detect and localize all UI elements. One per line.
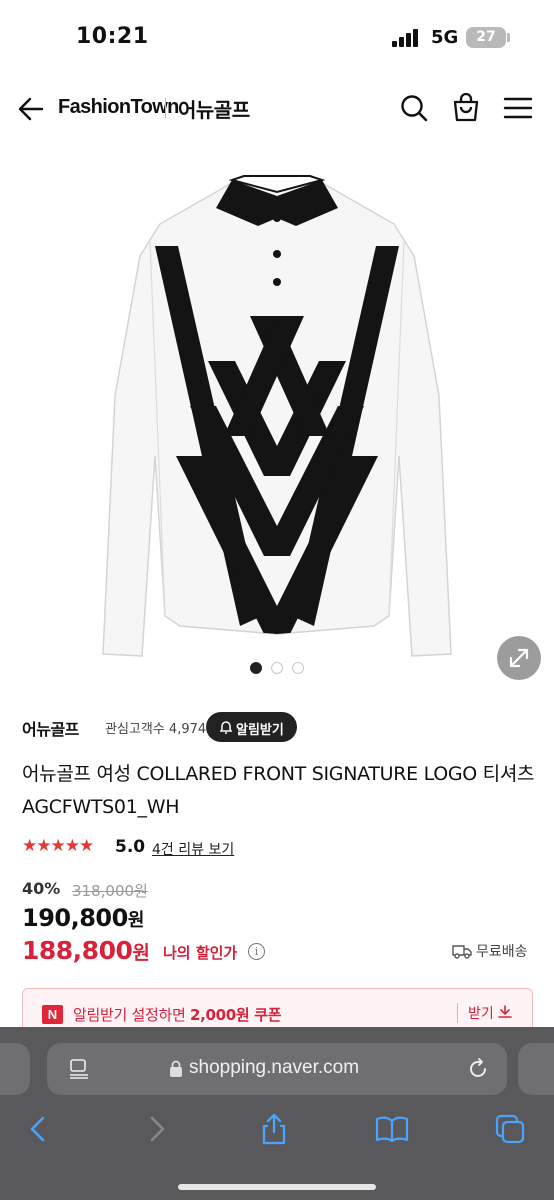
sale-price-value: 190,800 (22, 904, 128, 932)
polo-shirt-image (102, 175, 452, 657)
my-discount-price: 188,800원 (22, 936, 150, 965)
app-header: FashionTown 어뉴골프 (0, 72, 554, 146)
store-row: 어뉴골프 관심고객수 4,974 알림받기 (22, 712, 542, 742)
coupon-amount: 2,000원 쿠폰 (189, 1006, 282, 1024)
store-name[interactable]: 어뉴골프 (22, 716, 79, 740)
shipping-label: 무료배송 (476, 944, 528, 960)
product-image[interactable] (0, 146, 554, 676)
coupon-text-prefix: 알림받기 설정하면 (73, 1006, 190, 1024)
lock-icon (170, 1060, 182, 1077)
carousel-dot[interactable] (250, 662, 262, 674)
coupon-text: 알림받기 설정하면 2,000원 쿠폰 (73, 1004, 282, 1025)
tabs-icon[interactable] (492, 1113, 528, 1145)
carousel-dot[interactable] (292, 662, 304, 674)
share-icon[interactable] (256, 1113, 292, 1145)
battery-tip (507, 33, 510, 42)
my-price-value: 188,800 (22, 936, 133, 965)
discount-rate: 40% (22, 879, 61, 898)
coupon-divider (457, 1003, 458, 1023)
address-bar[interactable]: shopping.naver.com (47, 1043, 507, 1095)
previous-tab-peek[interactable] (0, 1043, 30, 1095)
status-time: 10:21 (76, 24, 149, 49)
review-link[interactable]: 4건 리뷰 보기 (152, 839, 234, 859)
truck-icon (452, 945, 472, 959)
cellular-signal-icon (392, 29, 418, 47)
download-icon (498, 1005, 513, 1018)
product-title: 어뉴골프 여성 COLLARED FRONT SIGNATURE LOGO 티셔… (22, 763, 535, 818)
my-price-unit: 원 (132, 942, 150, 964)
bell-plus-icon (219, 721, 233, 734)
reload-icon[interactable] (466, 1057, 490, 1081)
menu-icon[interactable] (502, 92, 534, 124)
browser-back-icon[interactable] (20, 1113, 56, 1145)
browser-bottom-bar: shopping.naver.com (0, 1027, 554, 1200)
alarm-subscribe-button[interactable]: 알림받기 (206, 712, 297, 742)
header-divider (165, 98, 166, 118)
naver-n-icon: N (42, 1005, 63, 1024)
sale-price: 190,800원 (22, 904, 144, 932)
url-text: shopping.naver.com (189, 1057, 360, 1078)
alarm-button-label: 알림받기 (236, 723, 284, 738)
battery-icon: 27 (466, 27, 506, 48)
rating-row: ★★★★★ 5.0 4건 리뷰 보기 (22, 836, 322, 860)
network-type: 5G (431, 27, 459, 48)
status-bar: 10:21 5G 27 (0, 0, 554, 72)
carousel-dot[interactable] (271, 662, 283, 674)
sale-price-unit: 원 (127, 910, 145, 931)
page-menu-icon[interactable] (68, 1058, 90, 1080)
rating-score: 5.0 (115, 837, 146, 857)
store-fan-count: 관심고객수 4,974 (105, 722, 207, 737)
brand-logo[interactable]: FashionTown (58, 96, 179, 119)
home-indicator (178, 1184, 376, 1190)
shipping-info: 무료배송 (452, 941, 538, 961)
bookmarks-icon[interactable] (374, 1113, 410, 1145)
my-price-label: 나의 할인가 (163, 944, 238, 962)
back-arrow-icon[interactable] (16, 94, 46, 124)
shopping-bag-icon[interactable] (450, 92, 482, 124)
browser-forward-icon[interactable] (139, 1113, 175, 1145)
next-tab-peek[interactable] (518, 1043, 554, 1095)
coupon-get-label: 받기 (468, 1006, 494, 1022)
carousel-indicator (250, 662, 310, 676)
search-icon[interactable] (398, 92, 430, 124)
expand-image-button[interactable] (497, 636, 541, 680)
shop-name[interactable]: 어뉴골프 (178, 94, 250, 123)
coupon-get-button[interactable]: 받기 (468, 1003, 513, 1023)
info-icon[interactable]: i (248, 943, 265, 960)
star-rating-icon: ★★★★★ (22, 836, 94, 856)
expand-arrows-icon (509, 648, 529, 668)
original-price: 318,000원 (72, 882, 148, 900)
